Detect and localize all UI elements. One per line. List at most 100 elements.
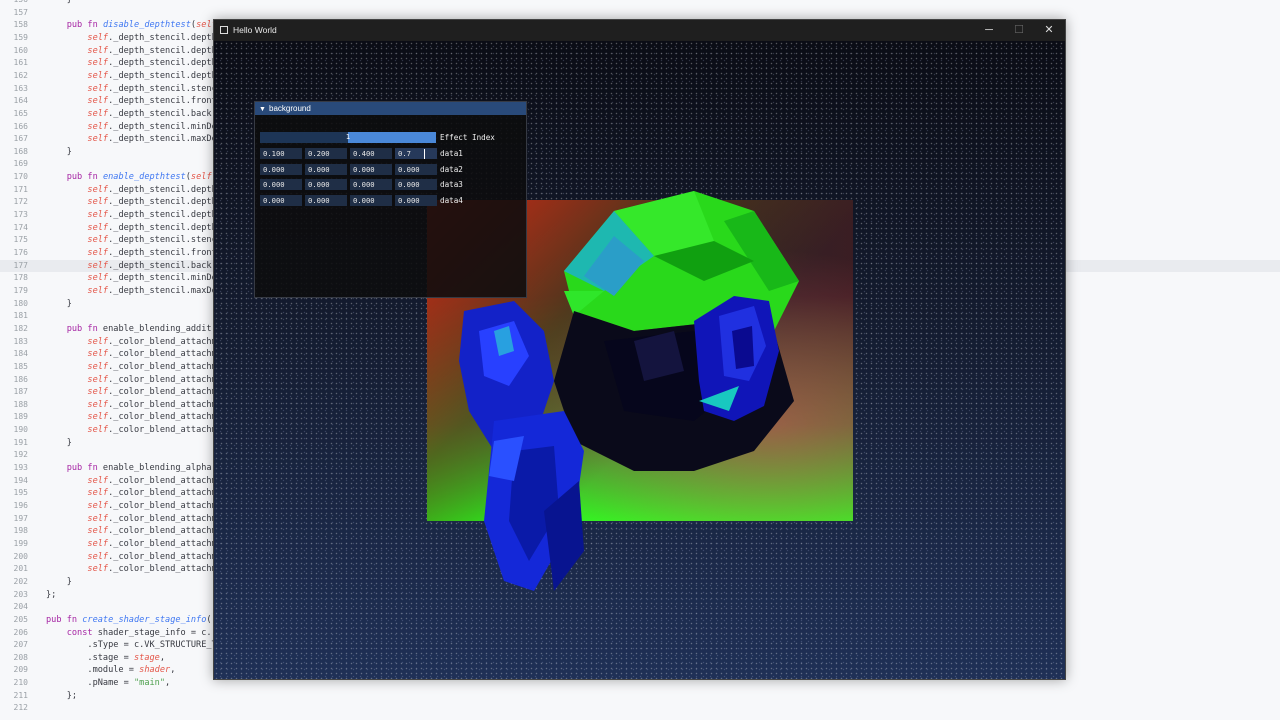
effect-index-label: Effect Index	[440, 133, 495, 142]
line-number: 179	[13, 285, 28, 295]
line-text: self._depth_stencil.back	[87, 108, 212, 119]
line-text: self._depth_stencil.front	[87, 248, 217, 258]
line-number: 211	[13, 690, 28, 700]
render-viewport[interactable]: ▼ background 1 Effect Index 0.100 0.200 0.4…	[214, 41, 1065, 679]
line-number: 189	[13, 412, 28, 422]
line-text: self._depth_stencil.minDe	[87, 121, 217, 132]
line-text: self._color_blend_attachm	[87, 475, 217, 486]
line-text: self._color_blend_attachm	[87, 425, 217, 436]
code-line: 205 pub fn create_shader_stage_info(	[0, 614, 212, 627]
line-number: 169	[13, 159, 28, 169]
line-text: pub fn create_shader_stage_info(	[46, 614, 212, 625]
line-number: 209	[13, 665, 28, 675]
panel-titlebar[interactable]: ▼ background	[255, 102, 526, 115]
code-line: 160 self._depth_stencil.depth	[0, 45, 217, 58]
slider-value: 1	[345, 133, 351, 141]
code-line: 170 pub fn enable_depthtest(self	[0, 171, 212, 184]
line-number: 203	[13, 589, 28, 599]
data2-field-2[interactable]: 0.000	[305, 163, 347, 175]
line-number: 185	[13, 361, 28, 371]
line-number: 204	[13, 602, 28, 612]
code-line: 189 self._color_blend_attachm	[0, 411, 217, 424]
data3-field-1[interactable]: 0.000	[260, 179, 302, 190]
code-line: 167 self._depth_stencil.maxDe	[0, 133, 217, 146]
code-line: 168 }	[0, 146, 72, 159]
code-line: 193 pub fn enable_blending_alpha	[0, 462, 212, 475]
code-line: 187 self._color_blend_attachm	[0, 386, 217, 399]
line-text: self._color_blend_attachm	[87, 551, 217, 562]
data2-field-1[interactable]: 0.000	[260, 163, 302, 175]
app-window-icon	[220, 26, 228, 34]
line-text: self._depth_stencil.stenc	[87, 83, 217, 94]
line-number: 201	[13, 564, 28, 574]
imgui-background-panel[interactable]: ▼ background 1 Effect Index 0.100 0.200 0.4…	[254, 101, 527, 298]
code-line: 169	[0, 158, 46, 171]
line-number: 161	[13, 58, 28, 68]
line-number: 190	[13, 425, 28, 435]
code-line: 199 self._color_blend_attachm	[0, 538, 217, 551]
data1-field-1[interactable]: 0.100	[260, 148, 302, 159]
line-number: 212	[13, 703, 28, 713]
data4-field-3[interactable]: 0.000	[350, 194, 392, 206]
data1-field-3[interactable]: 0.400	[350, 148, 392, 159]
data3-field-4[interactable]: 0.000	[395, 179, 437, 190]
code-line: 185 self._color_blend_attachm	[0, 361, 217, 374]
line-text: .pName = "main",	[46, 678, 171, 689]
line-number: 193	[13, 463, 28, 473]
data1-label: data1	[440, 149, 463, 158]
line-number: 206	[13, 627, 28, 637]
code-line: 171 self._depth_stencil.depth	[0, 184, 217, 197]
line-number: 187	[13, 387, 28, 397]
line-number: 157	[13, 7, 28, 17]
line-number: 181	[13, 311, 28, 321]
line-number: 170	[13, 172, 28, 182]
line-text: self._color_blend_attachm	[87, 361, 217, 372]
data4-field-1[interactable]: 0.000	[260, 194, 302, 206]
code-line: 166 self._depth_stencil.minDe	[0, 121, 217, 134]
line-number: 194	[13, 475, 28, 485]
data2-field-3[interactable]: 0.000	[350, 163, 392, 175]
data3-field-2[interactable]: 0.000	[305, 179, 347, 190]
data1-field-2[interactable]: 0.200	[305, 148, 347, 159]
minimize-button[interactable]: ─	[974, 20, 1004, 41]
line-number: 164	[13, 96, 28, 106]
line-text: self._depth_stencil.maxDe	[87, 285, 217, 296]
line-text: self._depth_stencil.depth	[87, 210, 217, 221]
line-text: self._depth_stencil.depth	[87, 58, 217, 69]
line-number: 172	[13, 197, 28, 207]
line-text: self._depth_stencil.stenc	[87, 235, 217, 246]
line-text: self._color_blend_attachm	[87, 538, 217, 549]
app-window[interactable]: Hello World ─ ☐ ✕ ▼ background 1 Effect …	[213, 19, 1066, 680]
data2-field-4[interactable]: 0.000	[395, 163, 437, 175]
close-button[interactable]: ✕	[1034, 20, 1064, 41]
line-number: 174	[13, 222, 28, 232]
code-line: 172 self._depth_stencil.depth	[0, 196, 217, 209]
line-number: 210	[13, 678, 28, 688]
code-line: 203};	[0, 589, 57, 602]
code-line: 191 }	[0, 437, 72, 450]
line-text: self._depth_stencil.minDe	[87, 273, 217, 284]
line-text: pub fn enable_depthtest(self	[66, 172, 212, 183]
code-line: 156 }	[0, 0, 72, 7]
maximize-button[interactable]: ☐	[1004, 20, 1034, 41]
collapse-arrow-icon[interactable]: ▼	[259, 103, 269, 116]
window-titlebar[interactable]: Hello World ─ ☐ ✕	[214, 20, 1065, 41]
code-line: 182 pub fn enable_blending_addit	[0, 323, 212, 336]
data4-field-4[interactable]: 0.000	[395, 194, 437, 206]
code-line: 164 self._depth_stencil.front	[0, 95, 217, 108]
line-number: 162	[13, 70, 28, 80]
line-text: .module = shader,	[46, 665, 176, 676]
line-number: 191	[13, 437, 28, 447]
data3-field-3[interactable]: 0.000	[350, 179, 392, 190]
data1-field-4[interactable]: 0.7	[395, 148, 437, 159]
effect-index-slider[interactable]: 1	[260, 132, 436, 143]
code-line: 195 self._color_blend_attachm	[0, 487, 217, 500]
line-text: }	[46, 146, 72, 157]
code-line: 181	[0, 310, 46, 323]
line-number: 184	[13, 349, 28, 359]
line-text: self._depth_stencil.depth	[87, 222, 217, 233]
data4-field-2[interactable]: 0.000	[305, 194, 347, 206]
line-text: self._color_blend_attachm	[87, 488, 217, 499]
line-number: 171	[13, 184, 28, 194]
code-line: 194 self._color_blend_attachm	[0, 475, 217, 488]
